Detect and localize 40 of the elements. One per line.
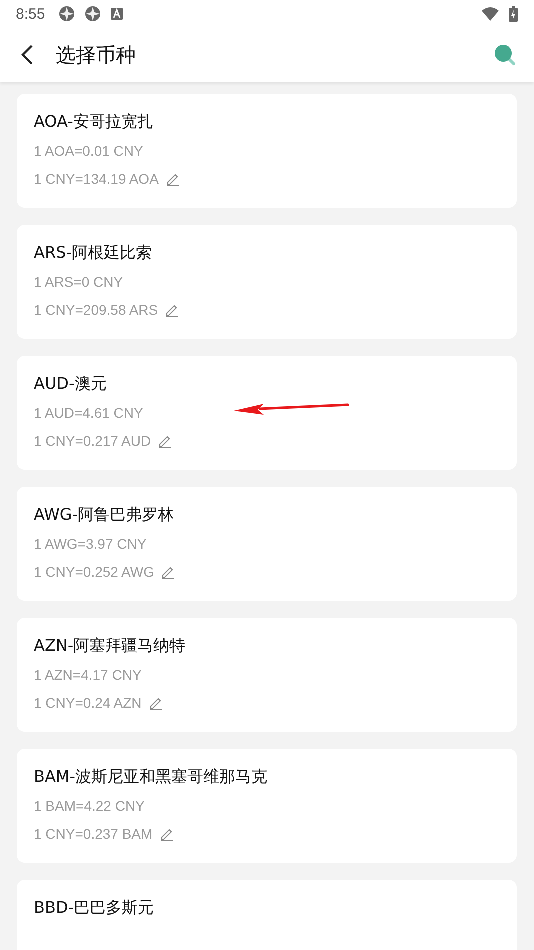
currency-name: BAM-波斯尼亚和黑塞哥维那马克 <box>34 767 268 788</box>
currency-name: ARS-阿根廷比索 <box>34 243 153 264</box>
exchange-rate: 1 AZN=4.17 CNY <box>34 667 142 683</box>
inverse-rate: 1 CNY=0.24 AZN <box>34 695 142 711</box>
wifi-icon <box>482 7 499 21</box>
status-time: 8:55 <box>16 6 46 22</box>
currency-card[interactable]: AWG-阿鲁巴弗罗林 1 AWG=3.97 CNY 1 CNY=0.252 AWG <box>17 487 517 601</box>
inverse-rate: 1 CNY=0.237 BAM <box>34 826 153 842</box>
edit-icon[interactable] <box>166 304 180 316</box>
battery-icon <box>509 6 518 22</box>
exchange-rate: 1 AUD=4.61 CNY <box>34 405 144 421</box>
currency-name: AWG-阿鲁巴弗罗林 <box>34 505 176 526</box>
currency-name: AZN-阿塞拜疆马纳特 <box>34 636 187 657</box>
edit-icon[interactable] <box>150 696 163 710</box>
currency-card[interactable]: AOA-安哥拉宽扎 1 AOA=0.01 CNY 1 CNY=134.19 AOA <box>17 94 517 208</box>
exchange-rate: 1 AOA=0.01 CNY <box>34 143 144 159</box>
inverse-rate: 1 CNY=0.252 AWG <box>34 564 154 580</box>
exchange-rate: 1 AWG=3.97 CNY <box>34 536 147 552</box>
keyboard-icon <box>111 8 124 20</box>
currency-card[interactable]: AZN-阿塞拜疆马纳特 1 AZN=4.17 CNY 1 CNY=0.24 AZN <box>17 618 517 732</box>
currency-card[interactable]: BAM-波斯尼亚和黑塞哥维那马克 1 BAM=4.22 CNY 1 CNY=0.237 BAM <box>17 749 517 863</box>
currency-card[interactable]: AUD-澳元 1 AUD=4.61 CNY 1 CNY=0.217 AUD <box>17 356 517 470</box>
exchange-rate: 1 BAM=4.22 CNY <box>34 798 145 814</box>
page-title: 选择币种 <box>56 42 137 68</box>
currency-card[interactable]: BBD-巴巴多斯元 <box>17 880 517 950</box>
exchange-rate: 1 ARS=0 CNY <box>34 274 124 290</box>
notification-icon <box>85 6 102 22</box>
currency-card[interactable]: ARS-阿根廷比索 1 ARS=0 CNY 1 CNY=209.58 ARS <box>17 225 517 339</box>
edit-icon[interactable] <box>166 172 180 186</box>
edit-icon[interactable] <box>159 434 172 448</box>
currency-name: BBD-巴巴多斯元 <box>34 898 156 919</box>
inverse-rate: 1 CNY=209.58 ARS <box>34 302 158 318</box>
inverse-rate: 1 CNY=134.19 AOA <box>34 171 159 187</box>
inverse-rate: 1 CNY=0.217 AUD <box>34 433 152 449</box>
notification-icon <box>59 6 76 22</box>
currency-name: AUD-澳元 <box>34 374 108 395</box>
currency-name: AOA-安哥拉宽扎 <box>34 112 154 133</box>
edit-icon[interactable] <box>162 566 176 578</box>
search-icon[interactable] <box>494 44 516 66</box>
edit-icon[interactable] <box>160 828 174 840</box>
